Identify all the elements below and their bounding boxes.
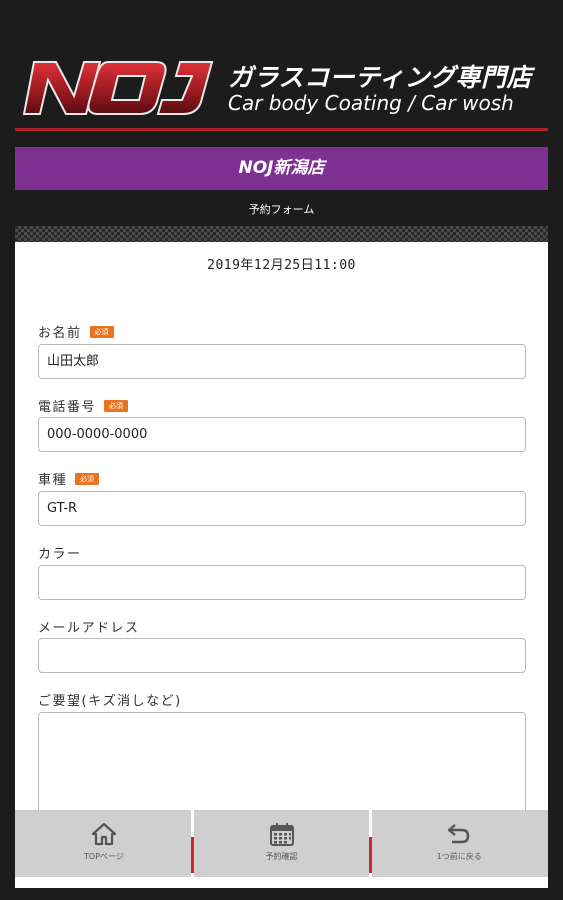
header-divider [15,128,548,131]
checker-pattern-divider [15,226,548,242]
return-icon [447,824,470,844]
email-label: メールアドレス [38,617,140,636]
tagline-english: Car body Coating / Car wosh [228,91,514,115]
nav-reservation-confirm-label: 予約確認 [265,852,298,861]
nav-go-back-label: 1つ前に戻る [436,852,482,861]
phone-label-text: 電話番号 [38,400,97,415]
required-badge: 必須 [104,399,129,412]
nav-reservation-confirm-button[interactable]: 予約確認 [193,810,371,877]
nav-divider [191,810,194,877]
name-label-text: お名前 [38,326,82,341]
tagline-japanese: ガラスコーティング専門店 [228,63,533,92]
nav-go-back-button[interactable]: 1つ前に戻る [370,810,548,877]
nav-divider [369,810,372,877]
app-header: ガラスコーティング専門店 Car body Coating / Car wosh [0,0,563,132]
email-label-text: メールアドレス [38,621,140,636]
reservation-form-card: 2019年12月25日11:00 お名前 必須 山田太郎 電話番号 必須 000… [15,242,548,888]
request-label-text: ご要望(キズ消しなど) [38,694,182,709]
nav-top-page-label: TOPページ [83,852,124,861]
footer-strip [15,877,548,888]
email-input[interactable] [38,638,526,673]
car-model-label-text: 車種 [38,473,68,488]
car-model-label: 車種 必須 [38,469,100,488]
color-label-text: カラー [38,547,82,562]
phone-input[interactable]: 000-0000-0000 [38,417,526,452]
reservation-datetime: 2019年12月25日11:00 [207,258,356,273]
request-label: ご要望(キズ消しなど) [38,690,182,709]
bottom-navigation: TOPページ 予約確認 1つ前に戻る [15,810,548,877]
calendar-icon [269,823,294,846]
car-model-input[interactable]: GT-R [38,491,526,526]
page-subtitle: 予約フォーム [248,203,315,216]
color-input[interactable] [38,565,526,600]
required-badge: 必須 [75,472,100,485]
home-icon [91,822,116,846]
noj-logo [22,61,214,115]
store-name-bar: NOJ新潟店 [15,147,548,190]
name-label: お名前 必須 [38,322,114,341]
nav-top-page-button[interactable]: TOPページ [15,810,193,877]
color-label: カラー [38,543,82,562]
phone-label: 電話番号 必須 [38,396,129,415]
name-input[interactable]: 山田太郎 [38,344,526,379]
required-badge: 必須 [89,325,114,338]
